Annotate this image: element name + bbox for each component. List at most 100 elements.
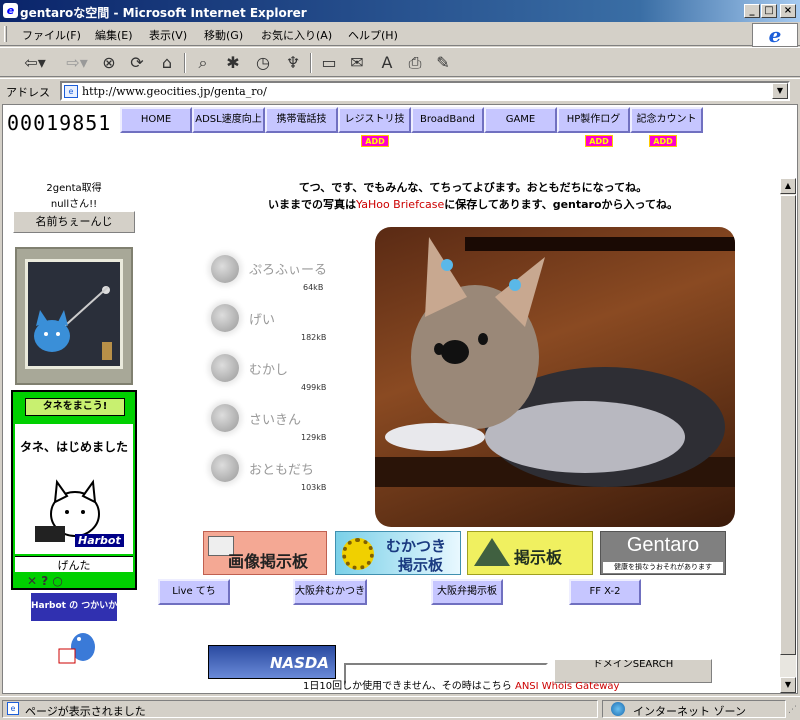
nav-hp-log[interactable]: HP製作ログ	[557, 107, 630, 133]
change-name-button[interactable]: 名前ちぇーんじ	[13, 211, 135, 233]
friends-link[interactable]: おともだち	[249, 459, 314, 478]
image-board-label: 画像掲示板	[228, 552, 309, 571]
print-icon[interactable]: ⎙	[404, 52, 426, 74]
vertical-scrollbar[interactable]: ▲ ▼	[780, 178, 796, 693]
osaka-mukatsuki-button[interactable]: 大阪弁むかつき	[293, 579, 367, 605]
close-button[interactable]: ×	[780, 4, 796, 18]
nav-home[interactable]: HOME	[120, 107, 192, 133]
footer-note: 1日10回しか使用できません、その時はこちら ANSI Whois Gatewa…	[303, 677, 619, 692]
bullet-icon	[211, 454, 239, 482]
scroll-up-icon[interactable]: ▲	[780, 178, 796, 194]
ffx2-button[interactable]: FF X-2	[569, 579, 641, 605]
banner-body: タネ、はじめました Harbot	[15, 424, 133, 554]
harbot-howto-link[interactable]: Harbot の つかいかた	[31, 593, 117, 621]
intro-text: に保存してあります、gentaroから入ってね。	[444, 198, 678, 211]
osaka-board-button[interactable]: 大阪弁掲示板	[431, 579, 503, 605]
mukatsuki-board-banner[interactable]: むかつき 掲示板	[335, 531, 461, 575]
address-input[interactable]: e http://www.geocities.jp/genta_ro/ ▼	[60, 81, 790, 101]
globe-icon	[611, 702, 625, 716]
mukatsuki-label-1: むかつき	[386, 537, 447, 555]
banner-heading: タネ、はじめました	[19, 440, 128, 454]
add-badge: ADD	[361, 135, 389, 147]
old-photos-link[interactable]: むかし	[249, 359, 288, 378]
scrollbar-thumb[interactable]	[780, 195, 796, 655]
stop-icon[interactable]: ⊗	[98, 52, 120, 74]
nav-game[interactable]: GAME	[484, 107, 557, 133]
toolbar-separator	[310, 53, 312, 73]
toolbar: ⇦▾ ⇨▾ ⊗ ⟳ ⌂ ⌕ ✱ ◷ ♆ ▭ ✉ A ⎙ ✎	[0, 47, 800, 77]
menu-go[interactable]: 移動(G)	[204, 27, 243, 43]
mukatsuki-label-2: 掲示板	[398, 556, 444, 574]
intro-text: いままでの写真は	[268, 198, 356, 211]
live-tech-button[interactable]: Live てち	[158, 579, 230, 605]
whois-link[interactable]: ANSI Whois Gateway	[515, 681, 619, 692]
toolbar-separator	[184, 53, 186, 73]
sunflower-icon	[342, 538, 374, 570]
file-size: 499kB	[301, 383, 327, 392]
menu-view[interactable]: 表示(V)	[149, 27, 187, 43]
search-icon[interactable]: ⌕	[192, 52, 214, 74]
status-bar: e ページが表示されました インターネット ゾーン ⋰	[0, 696, 800, 720]
bullet-icon	[211, 404, 239, 432]
address-url: http://www.geocities.jp/genta_ro/	[82, 85, 267, 98]
greeting: 2genta取得	[46, 183, 102, 194]
gentaro-banner[interactable]: Gentaro 健康を損なうおそれがあります	[600, 531, 726, 575]
resize-grip-icon[interactable]: ⋰	[788, 705, 798, 717]
edit-icon[interactable]: ✎	[432, 52, 454, 74]
zone-text: インターネット ゾーン	[633, 705, 746, 718]
status-text: ページが表示されました	[25, 705, 146, 718]
image-board-banner[interactable]: 画像掲示板	[203, 531, 327, 575]
maximize-button[interactable]: □	[761, 4, 777, 18]
menu-favorites[interactable]: お気に入り(A)	[261, 27, 332, 43]
home-icon[interactable]: ⌂	[156, 52, 178, 74]
scroll-down-icon[interactable]: ▼	[780, 677, 796, 693]
ie-logo: e	[752, 23, 798, 47]
minimize-button[interactable]: _	[744, 4, 760, 18]
access-counter: 00019851	[7, 111, 112, 135]
harbot-controls-icon[interactable]: ✕ ? ○	[27, 574, 63, 588]
recent-link[interactable]: さいきん	[249, 409, 301, 428]
address-dropdown-icon[interactable]: ▼	[772, 83, 788, 99]
nav-anniversary[interactable]: 記念カウント	[630, 107, 703, 133]
triangle-ruler-icon	[474, 538, 510, 566]
pet-name: げんた	[15, 556, 133, 572]
nasda-banner[interactable]: NASDA	[208, 645, 336, 679]
window-title: gentaroな空間 - Microsoft Internet Explorer	[20, 6, 307, 20]
pet-window	[15, 247, 133, 385]
briefcase-link[interactable]: YaHoo Briefcase	[356, 198, 444, 211]
nav-broadband[interactable]: BroadBand	[411, 107, 484, 133]
status-text-panel: e ページが表示されました	[2, 700, 598, 718]
forward-icon[interactable]: ⇨▾	[62, 52, 92, 74]
address-label: アドレス	[6, 86, 50, 99]
file-size: 182kB	[301, 333, 327, 342]
back-icon[interactable]: ⇦▾	[20, 52, 50, 74]
channels-icon[interactable]: ♆	[282, 52, 304, 74]
add-badge: ADD	[649, 135, 677, 147]
menu-help[interactable]: ヘルプ(H)	[348, 27, 398, 43]
nav-registry[interactable]: レジストリ技	[338, 107, 411, 133]
nav-adsl[interactable]: ADSL速度向上	[192, 107, 265, 133]
nav-mobile[interactable]: 携帯電話技	[265, 107, 338, 133]
history-icon[interactable]: ◷	[252, 52, 274, 74]
dog-photo	[375, 227, 735, 527]
page-done-icon: e	[7, 702, 19, 715]
profile-link[interactable]: ぷろふぃーる	[249, 259, 327, 278]
favorites-icon[interactable]: ✱	[222, 52, 244, 74]
intro-line-2: いままでの写真はYaHoo Briefcaseに保存してあります、gentaro…	[173, 196, 773, 212]
menu-edit[interactable]: 編集(E)	[95, 27, 133, 43]
page-icon: e	[64, 85, 78, 98]
tricks-link[interactable]: げい	[249, 309, 275, 328]
harbot-banner[interactable]: タネをまこう! タネ、はじめました Harbot げんた ✕ ? ○	[11, 390, 137, 590]
refresh-icon[interactable]: ⟳	[126, 52, 148, 74]
font-icon[interactable]: A	[376, 52, 398, 74]
mail-icon[interactable]: ✉	[346, 52, 368, 74]
fullscreen-icon[interactable]: ▭	[318, 52, 340, 74]
file-size: 103kB	[301, 483, 327, 492]
visitor-name: nullさん!!	[50, 199, 98, 210]
menu-file[interactable]: ファイル(F)	[22, 27, 81, 43]
pet-scene	[25, 259, 123, 369]
address-bar: アドレス e http://www.geocities.jp/genta_ro/…	[0, 78, 800, 102]
add-badge: ADD	[585, 135, 613, 147]
bird-mascot-icon	[58, 633, 95, 664]
board-banner[interactable]: 掲示板	[467, 531, 593, 575]
